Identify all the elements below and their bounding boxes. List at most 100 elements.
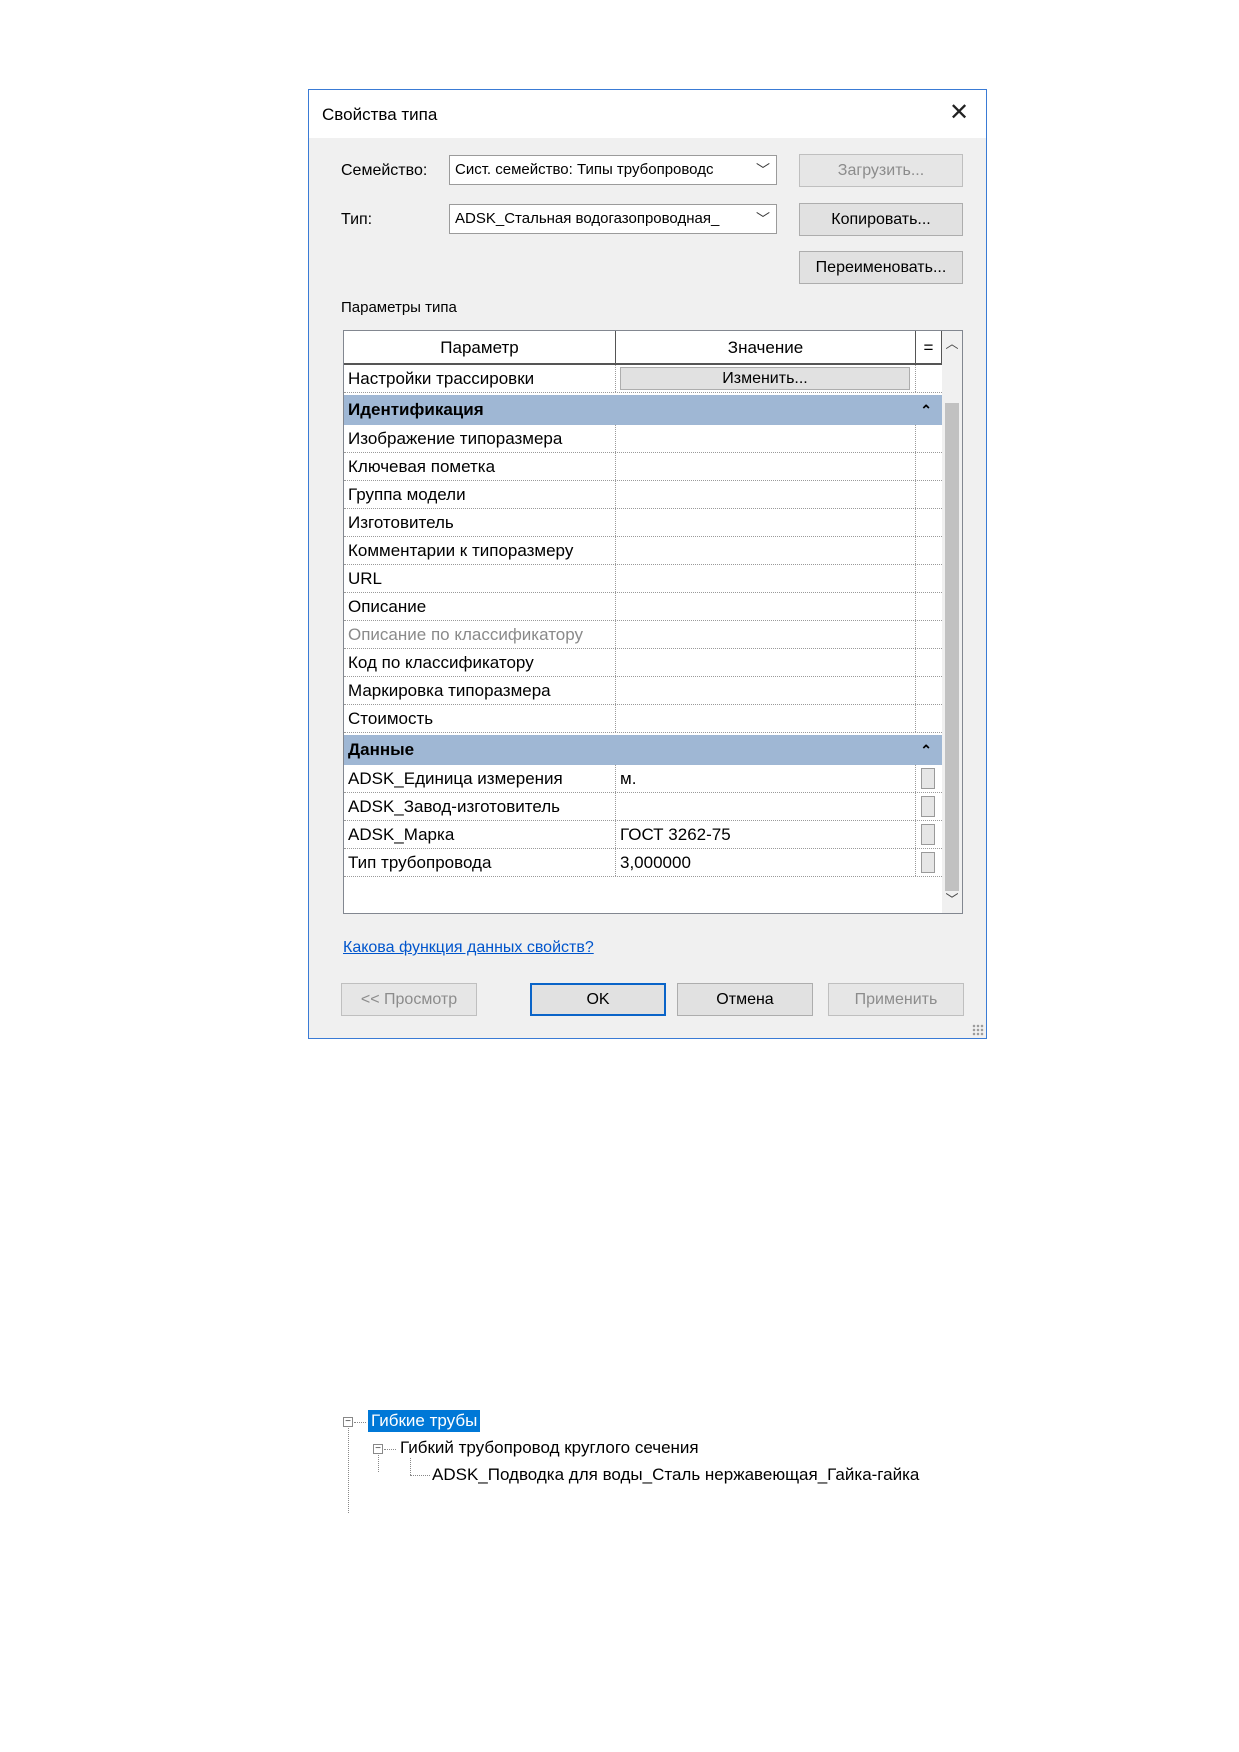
param-value[interactable] xyxy=(616,621,916,648)
family-tree: − Гибкие трубы − Гибкий трубопровод круг… xyxy=(340,1408,960,1513)
collapse-node-icon[interactable]: − xyxy=(343,1417,353,1427)
type-properties-dialog: Свойства типа ✕ Семейство: Сист. семейст… xyxy=(308,89,987,1039)
param-name: Группа модели xyxy=(344,481,616,508)
param-value[interactable] xyxy=(616,453,916,480)
formula-cell xyxy=(916,821,942,848)
param-value[interactable] xyxy=(616,649,916,676)
grid-header: Параметр Значение = xyxy=(344,331,942,365)
formula-cell xyxy=(916,621,942,648)
formula-cell xyxy=(916,765,942,792)
param-value[interactable] xyxy=(616,677,916,704)
type-label: Тип: xyxy=(341,211,373,228)
param-value[interactable]: м. xyxy=(616,765,916,792)
formula-button[interactable] xyxy=(921,852,935,873)
table-row[interactable]: URL xyxy=(344,565,942,593)
grid-scrollbar[interactable]: ︿ ﹀ xyxy=(942,331,962,913)
apply-button[interactable]: Применить xyxy=(828,983,964,1016)
family-dropdown[interactable]: Сист. семейство: Типы трубопроводс ﹀ xyxy=(449,155,777,185)
param-name: Изготовитель xyxy=(344,509,616,536)
chevron-down-icon: ﹀ xyxy=(756,211,770,227)
col-param-header: Параметр xyxy=(344,331,616,365)
formula-button[interactable] xyxy=(921,796,935,817)
formula-cell xyxy=(916,593,942,620)
help-link[interactable]: Какова функция данных свойств? xyxy=(343,939,594,957)
dialog-title: Свойства типа xyxy=(322,105,438,124)
param-value[interactable]: ГОСТ 3262-75 xyxy=(616,821,916,848)
tree-node-child[interactable]: Гибкий трубопровод круглого сечения xyxy=(400,1438,699,1458)
tree-line xyxy=(354,1422,366,1423)
formula-cell xyxy=(916,677,942,704)
type-params-label: Параметры типа xyxy=(341,299,457,316)
formula-button[interactable] xyxy=(921,768,935,789)
table-row[interactable]: Описание по классификатору xyxy=(344,621,942,649)
col-eq-header: = xyxy=(916,331,942,365)
table-row[interactable]: Изображение типоразмера xyxy=(344,425,942,453)
family-value: Сист. семейство: Типы трубопроводс xyxy=(455,161,714,178)
param-name: Комментарии к типоразмеру xyxy=(344,537,616,564)
copy-button[interactable]: Копировать... xyxy=(799,203,963,236)
group-identification[interactable]: Идентификация ⌃ xyxy=(344,395,942,425)
param-value[interactable] xyxy=(616,565,916,592)
title-bar[interactable]: Свойства типа ✕ xyxy=(309,90,986,138)
group-data[interactable]: Данные ⌃ xyxy=(344,735,942,765)
tree-line xyxy=(410,1475,430,1476)
param-value[interactable] xyxy=(616,705,916,732)
table-row[interactable]: Стоимость xyxy=(344,705,942,733)
table-row[interactable]: Код по классификатору xyxy=(344,649,942,677)
param-value[interactable] xyxy=(616,537,916,564)
formula-cell xyxy=(916,793,942,820)
table-row[interactable]: Комментарии к типоразмеру xyxy=(344,537,942,565)
table-row[interactable]: Маркировка типоразмера xyxy=(344,677,942,705)
chevron-down-icon: ﹀ xyxy=(756,162,770,178)
table-row[interactable]: Ключевая пометка xyxy=(344,453,942,481)
formula-button[interactable] xyxy=(921,824,935,845)
type-value: ADSK_Стальная водогазопроводная_ xyxy=(455,210,720,227)
param-name: Код по классификатору xyxy=(344,649,616,676)
param-value[interactable] xyxy=(616,793,916,820)
rename-button[interactable]: Переименовать... xyxy=(799,251,963,284)
scroll-up-icon[interactable]: ︿ xyxy=(942,333,962,355)
table-row[interactable]: ADSK_Марка ГОСТ 3262-75 xyxy=(344,821,942,849)
preview-button[interactable]: << Просмотр xyxy=(341,983,477,1016)
collapse-node-icon[interactable]: − xyxy=(373,1444,383,1454)
table-row[interactable]: ADSK_Завод-изготовитель xyxy=(344,793,942,821)
table-row[interactable]: Тип трубопровода 3,000000 xyxy=(344,849,942,877)
scroll-down-icon[interactable]: ﹀ xyxy=(942,889,962,911)
type-dropdown[interactable]: ADSK_Стальная водогазопроводная_ ﹀ xyxy=(449,204,777,234)
formula-cell xyxy=(916,565,942,592)
table-row[interactable]: Группа модели xyxy=(344,481,942,509)
param-name: ADSK_Марка xyxy=(344,821,616,848)
param-value[interactable] xyxy=(616,481,916,508)
formula-cell xyxy=(916,849,942,876)
param-name: Тип трубопровода xyxy=(344,849,616,876)
scroll-thumb[interactable] xyxy=(945,403,959,891)
group-identification-label: Идентификация xyxy=(348,400,484,419)
formula-cell xyxy=(916,649,942,676)
group-data-label: Данные xyxy=(348,740,415,759)
resize-grip-icon[interactable] xyxy=(972,1024,984,1036)
param-name: ADSK_Единица измерения xyxy=(344,765,616,792)
routing-row[interactable]: Настройки трассировки Изменить... xyxy=(344,365,942,393)
param-value[interactable] xyxy=(616,509,916,536)
param-value[interactable] xyxy=(616,425,916,452)
formula-cell xyxy=(916,425,942,452)
param-name: Ключевая пометка xyxy=(344,453,616,480)
formula-cell xyxy=(916,537,942,564)
edit-routing-button[interactable]: Изменить... xyxy=(620,367,910,390)
cancel-button[interactable]: Отмена xyxy=(677,983,813,1016)
param-value[interactable]: 3,000000 xyxy=(616,849,916,876)
table-row[interactable]: Изготовитель xyxy=(344,509,942,537)
load-button[interactable]: Загрузить... xyxy=(799,154,963,187)
collapse-icon[interactable]: ⌃ xyxy=(920,395,932,425)
tree-node-leaf[interactable]: ADSK_Подводка для воды_Сталь нержавеющая… xyxy=(432,1465,919,1485)
routing-param: Настройки трассировки xyxy=(344,365,616,392)
type-parameters-grid: Параметр Значение = Настройки трассировк… xyxy=(343,330,963,914)
param-value[interactable] xyxy=(616,593,916,620)
col-value-header: Значение xyxy=(616,331,916,365)
table-row[interactable]: ADSK_Единица измерения м. xyxy=(344,765,942,793)
collapse-icon[interactable]: ⌃ xyxy=(920,735,932,765)
close-icon[interactable]: ✕ xyxy=(944,98,974,128)
tree-node-root[interactable]: Гибкие трубы xyxy=(368,1410,481,1432)
ok-button[interactable]: OK xyxy=(530,983,666,1016)
table-row[interactable]: Описание xyxy=(344,593,942,621)
